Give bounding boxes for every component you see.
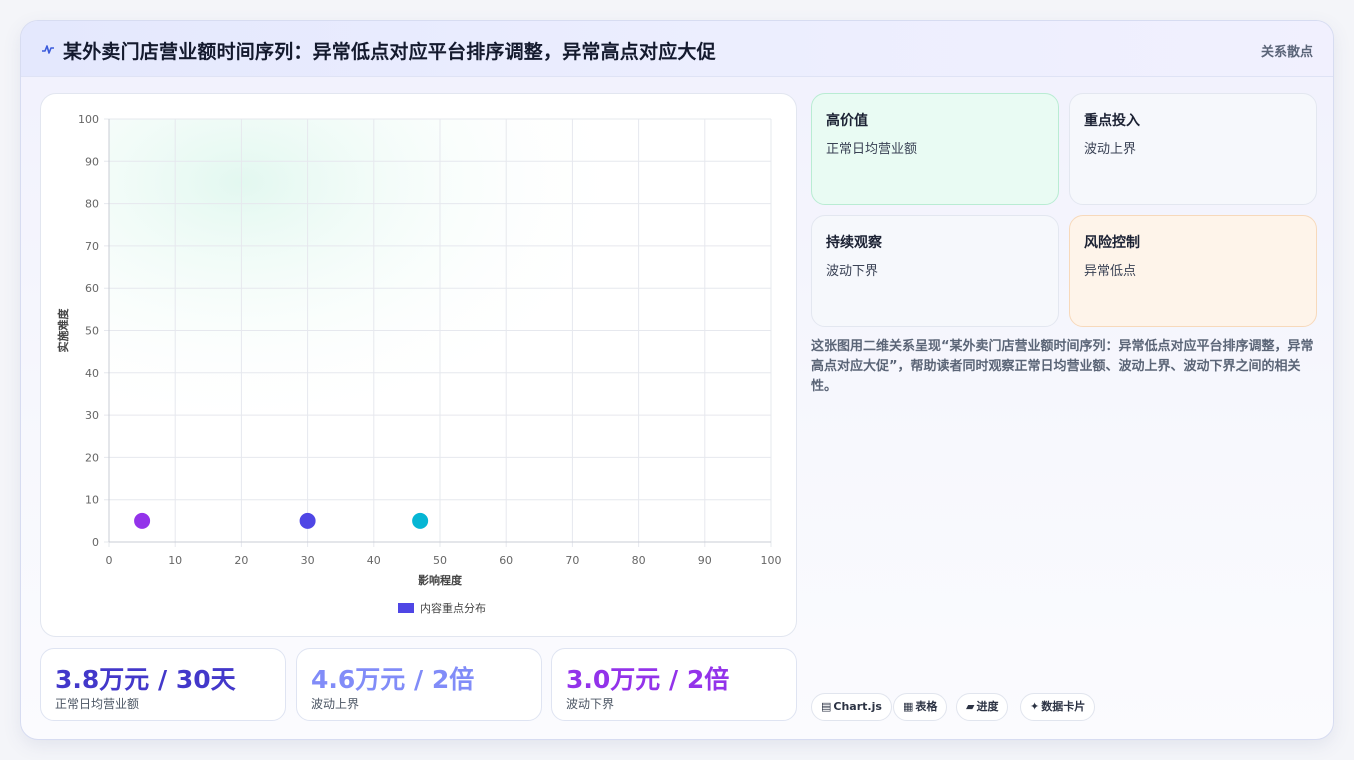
stat-value: 4.6万元 / 2倍 xyxy=(311,665,475,694)
quadrant-subtitle: 异常低点 xyxy=(1084,264,1137,279)
quadrant-title: 持续观察 xyxy=(826,235,882,251)
card-header: 某外卖门店营业额时间序列：异常低点对应平台排序调整，异常高点对应大促 关系散点 xyxy=(21,21,1333,77)
scatter-point xyxy=(134,512,151,529)
y-tick-label: 80 xyxy=(85,198,99,211)
legend-label: 内容重点分布 xyxy=(420,601,486,615)
chip-label: Chart.js xyxy=(833,700,882,713)
stat-value: 3.8万元 / 30天 xyxy=(55,665,236,694)
y-axis-label: 实施难度 xyxy=(56,308,70,353)
quadrant-subtitle: 正常日均营业额 xyxy=(826,142,918,157)
y-tick-label: 40 xyxy=(85,367,99,380)
x-tick-label: 20 xyxy=(234,554,248,567)
x-tick-label: 70 xyxy=(565,554,579,567)
x-tick-label: 0 xyxy=(106,554,113,567)
chart-type-tag: 关系散点 xyxy=(1260,45,1313,60)
chip-label: 表格 xyxy=(915,700,938,713)
quadrant-title: 风险控制 xyxy=(1084,235,1140,251)
quadrant-risk-control: 风险控制 异常低点 xyxy=(1069,215,1317,327)
table-icon: ▦ xyxy=(903,700,914,713)
quadrant-observe: 持续观察 波动下界 xyxy=(811,215,1059,327)
scatter-chart: 0 10 20 30 40 50 60 70 80 90 100 0 10 20 30 40 50 60 70 80 9… xyxy=(56,113,782,615)
scatter-point xyxy=(299,512,316,529)
chart-icon: ▤ xyxy=(821,700,832,713)
pulse-icon xyxy=(42,45,54,54)
sparkle-icon: ✦ xyxy=(1030,700,1040,713)
chip-chartjs[interactable]: ▤ Chart.js xyxy=(811,693,892,721)
y-tick-label: 10 xyxy=(85,494,99,507)
x-tick-label: 90 xyxy=(698,554,712,567)
chart-description: 这张图用二维关系呈现“某外卖门店营业额时间序列：异常低点对应平台排序调整，异常高… xyxy=(811,339,1314,394)
chip-label: 数据卡片 xyxy=(1041,700,1086,713)
page-title: 某外卖门店营业额时间序列：异常低点对应平台排序调整，异常高点对应大促 xyxy=(63,41,716,63)
legend-swatch xyxy=(398,603,414,613)
x-tick-label: 100 xyxy=(761,554,782,567)
stat-card-lower: 3.0万元 / 2倍 波动下界 xyxy=(551,648,797,721)
stat-label: 波动上界 xyxy=(311,697,360,711)
y-tick-label: 30 xyxy=(85,409,99,422)
y-tick-label: 0 xyxy=(92,536,99,549)
x-axis-label: 影响程度 xyxy=(418,573,463,587)
y-tick-label: 70 xyxy=(85,240,99,253)
y-tick-label: 60 xyxy=(85,282,99,295)
chip-data-card[interactable]: ✦ 数据卡片 xyxy=(1020,693,1096,721)
stat-label: 正常日均营业额 xyxy=(55,697,140,711)
x-tick-label: 80 xyxy=(632,554,646,567)
quadrant-key-investment: 重点投入 波动上界 xyxy=(1069,93,1317,205)
y-tick-label: 100 xyxy=(78,113,99,126)
y-tick-label: 20 xyxy=(85,451,99,464)
quadrant-title: 高价值 xyxy=(826,113,868,129)
progress-icon: ▰ xyxy=(966,700,975,713)
quadrant-subtitle: 波动下界 xyxy=(826,264,879,279)
x-tick-label: 10 xyxy=(168,554,182,567)
stat-card-normal: 3.8万元 / 30天 正常日均营业额 xyxy=(40,648,286,721)
scatter-chart-panel: 0 10 20 30 40 50 60 70 80 90 100 0 10 20 30 40 50 60 70 80 9… xyxy=(40,93,797,637)
quadrant-title: 重点投入 xyxy=(1084,113,1140,129)
stat-value: 3.0万元 / 2倍 xyxy=(566,665,730,694)
chip-label: 进度 xyxy=(976,700,999,713)
quadrant-high-value: 高价值 正常日均营业额 xyxy=(811,93,1059,205)
x-tick-label: 30 xyxy=(301,554,315,567)
x-tick-label: 40 xyxy=(367,554,381,567)
scatter-point xyxy=(412,512,429,529)
x-tick-label: 60 xyxy=(499,554,513,567)
chip-progress[interactable]: ▰ 进度 xyxy=(956,693,1009,721)
y-tick-label: 50 xyxy=(85,325,99,338)
x-tick-label: 50 xyxy=(433,554,447,567)
quadrant-subtitle: 波动上界 xyxy=(1084,142,1137,157)
stat-label: 波动下界 xyxy=(566,697,615,711)
report-card: 某外卖门店营业额时间序列：异常低点对应平台排序调整，异常高点对应大促 关系散点 … xyxy=(20,20,1334,740)
stat-card-upper: 4.6万元 / 2倍 波动上界 xyxy=(296,648,542,721)
chip-table[interactable]: ▦ 表格 xyxy=(893,693,948,721)
y-tick-label: 90 xyxy=(85,155,99,168)
